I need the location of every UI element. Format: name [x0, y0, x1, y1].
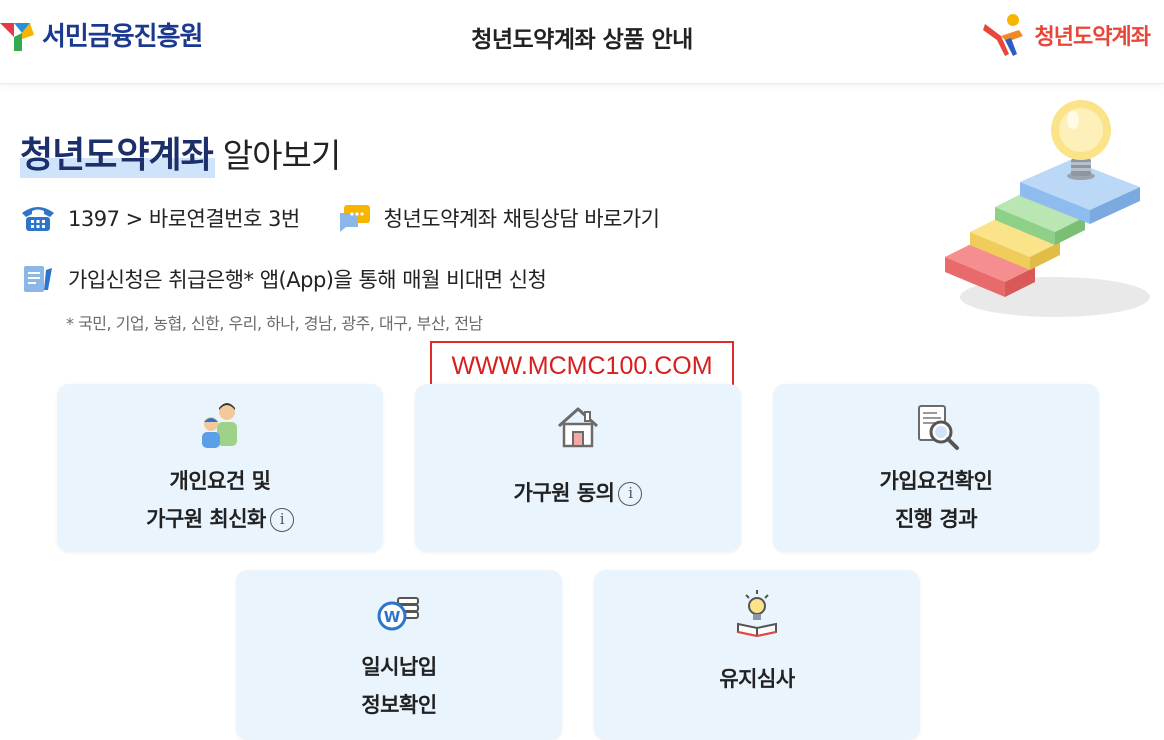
card-label-line1: 일시납입 — [361, 655, 437, 679]
info-icon[interactable]: i — [618, 482, 643, 506]
card-label: 개인요건 및 가구원 최신화 i — [146, 462, 294, 538]
card-personal-requirements-update[interactable]: 개인요건 및 가구원 최신화 i — [57, 384, 383, 552]
card-label-line2: 진행 경과 — [894, 507, 978, 531]
card-label: 가구원 동의 i — [514, 474, 643, 512]
chat-bubble-icon — [339, 205, 370, 232]
telephone-icon — [22, 207, 54, 231]
card-label-line2: 정보확인 — [361, 693, 437, 717]
card-label: 유지심사 — [719, 660, 795, 698]
won-coins-icon: W — [377, 597, 419, 631]
card-label-line1: 가입요건확인 — [879, 469, 993, 493]
chat-consult-text: 청년도약계좌 채팅상담 바로가기 — [383, 207, 660, 231]
svg-text:W: W — [384, 608, 401, 626]
chat-consult-link[interactable]: 청년도약계좌 채팅상담 바로가기 — [336, 203, 660, 233]
document-list-icon — [24, 266, 52, 292]
house-icon — [557, 407, 599, 448]
card-label-line1: 가구원 동의 — [513, 481, 615, 505]
runner-logo-icon — [982, 14, 1023, 56]
apply-info-row: 가입신청은 취급은행* 앱(App)을 통해 매월 비대면 신청 — [20, 264, 547, 294]
header: 서민금융진흥원 청년도약계좌 상품 안내 청년도약계좌 — [0, 0, 1164, 84]
info-icon[interactable]: i — [269, 508, 294, 532]
card-label-line1: 유지심사 — [719, 667, 795, 691]
section-heading-highlight: 청년도약계좌 — [20, 126, 215, 178]
card-eligibility-check-progress[interactable]: 가입요건확인 진행 경과 — [773, 384, 1099, 552]
apply-info-text: 가입신청은 취급은행* 앱(App)을 통해 매월 비대면 신청 — [68, 268, 547, 292]
youth-account-logo[interactable]: 청년도약계좌 — [979, 10, 1151, 60]
contact-row: 1397 > 바로연결번호 3번 청년도약계좌 채팅상담 바로가기 — [20, 203, 660, 233]
document-search-icon — [918, 405, 959, 450]
section-heading-rest: 알아보기 — [222, 136, 341, 175]
card-household-consent[interactable]: 가구원 동의 i — [415, 384, 741, 552]
card-lump-sum-payment-info[interactable]: W 일시납입 정보확인 — [236, 570, 562, 740]
section-heading: 청년도약계좌 알아보기 — [20, 126, 341, 178]
card-label: 가입요건확인 진행 경과 — [880, 462, 993, 538]
lightbulb-book-icon — [737, 590, 777, 638]
family-icon — [202, 403, 237, 448]
bank-list-note: * 국민, 기업, 농협, 신한, 우리, 하나, 경남, 광주, 대구, 부산… — [66, 314, 483, 333]
youth-account-logo-text: 청년도약계좌 — [1034, 25, 1151, 50]
card-label-line1: 개인요건 및 — [169, 469, 271, 493]
stairs-lightbulb-illustration — [945, 100, 1150, 317]
card-label-line2: 가구원 최신화 — [146, 507, 266, 531]
card-maintenance-review[interactable]: 유지심사 — [594, 570, 920, 740]
phone-number-text[interactable]: 1397 > 바로연결번호 3번 — [68, 203, 300, 233]
card-label: 일시납입 정보확인 — [361, 648, 437, 724]
